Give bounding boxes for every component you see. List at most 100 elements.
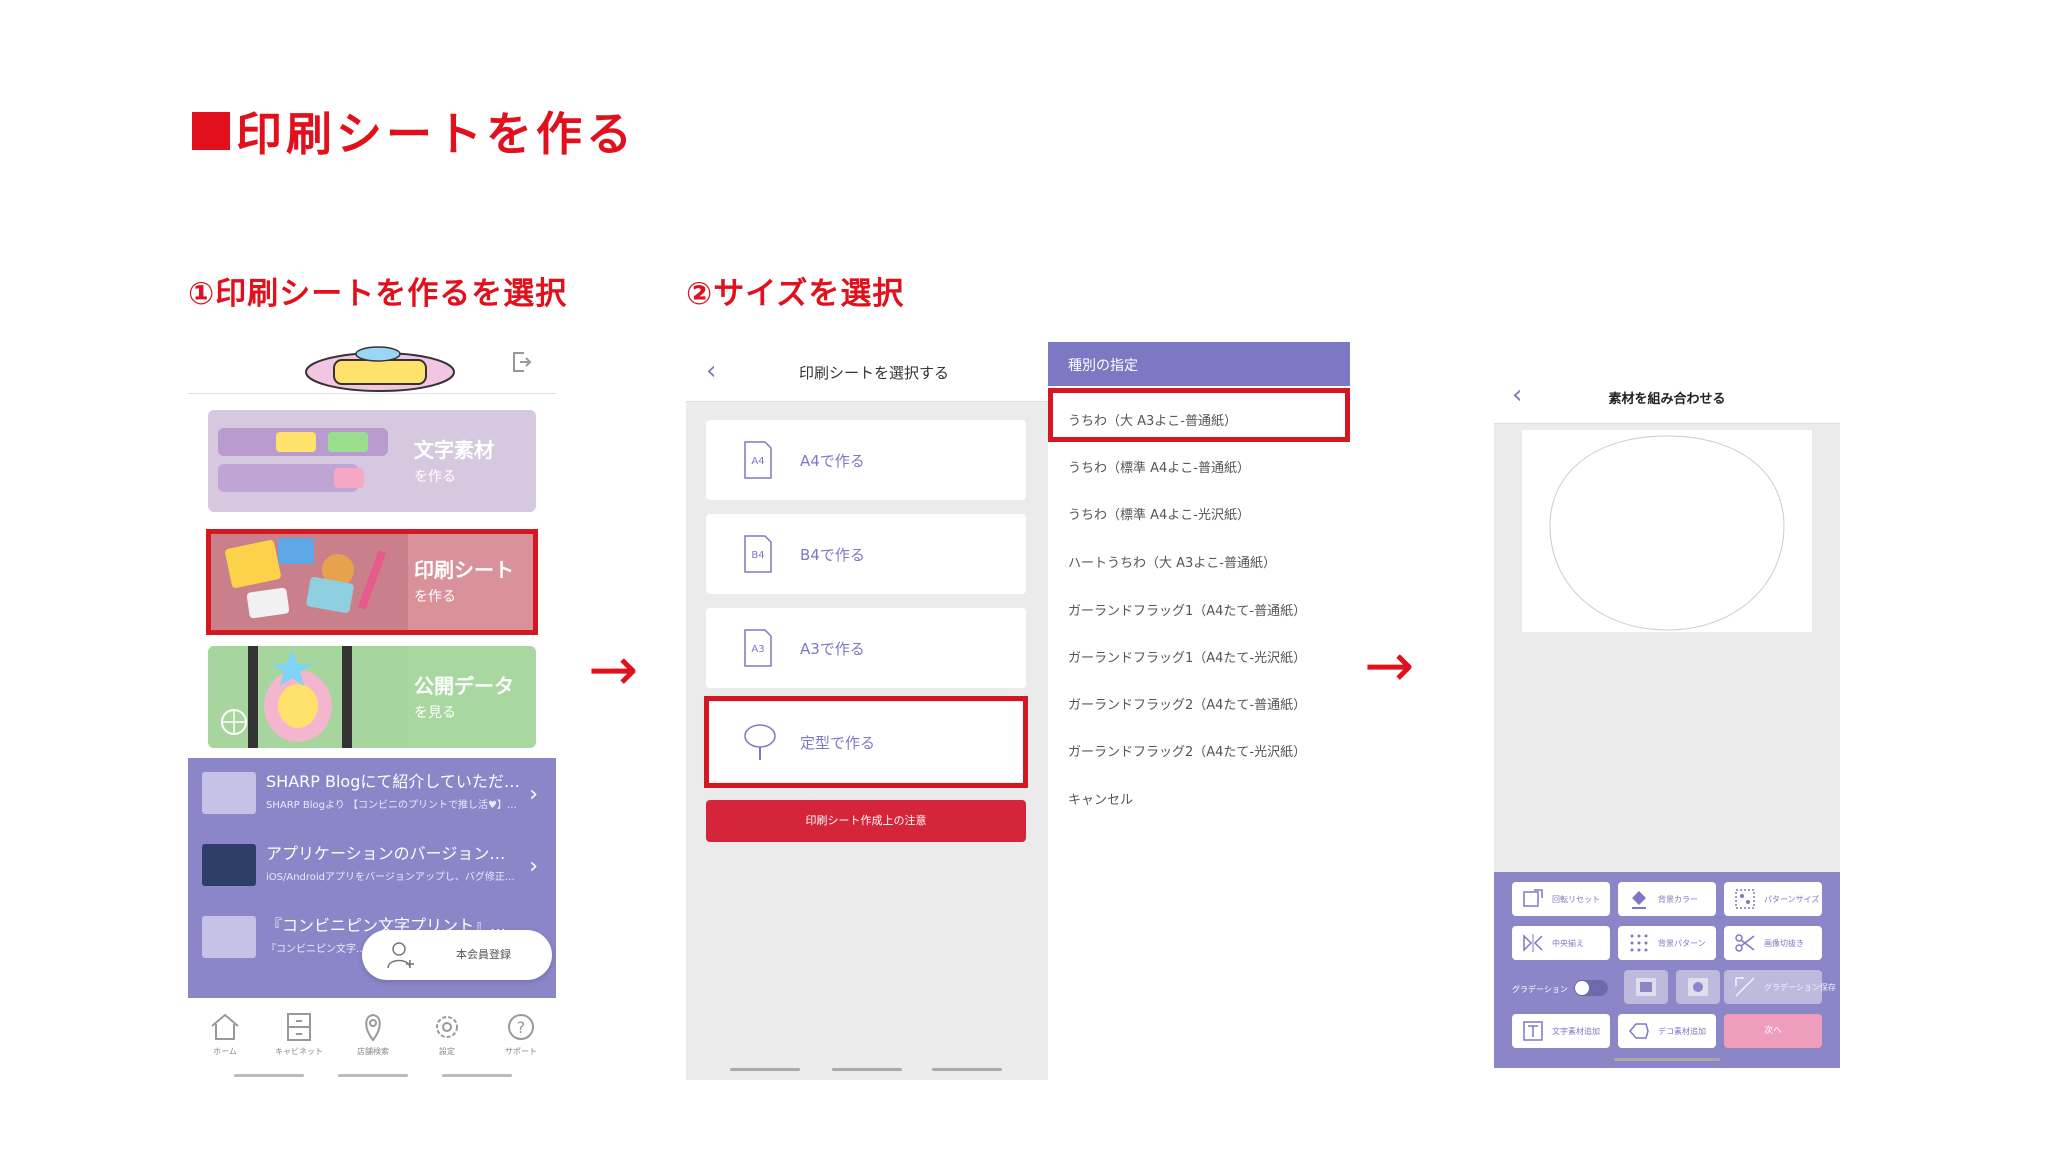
step1-label: ①印刷シートを作るを選択 [188,276,568,312]
type-option[interactable]: ガーランドフラッグ1（A4たて-光沢紙） [1068,647,1306,666]
size-option-a3[interactable]: A3 A3で作る [706,608,1026,688]
design-canvas[interactable] [1522,430,1812,632]
screen-home: 文字素材 を作る 印刷シート を作る 公開データ を見る SHARP Blogに… [188,338,556,1086]
news-item[interactable]: アプリケーションのバージョン… iOS/Androidアプリをバージョンアップし… [202,836,542,900]
notice-button[interactable]: 印刷シート作成上の注意 [706,800,1026,842]
screen-header: ‹ 素材を組み合わせる [1494,366,1840,424]
home-indicator [442,1074,512,1077]
news-thumbnail [202,916,256,958]
logout-icon[interactable] [510,350,532,374]
button-label: 文字素材追加 [1552,1027,1600,1036]
image-cut-button[interactable]: 画像切抜き [1724,926,1822,960]
app-logo [305,346,455,392]
fan-outline [1549,435,1785,631]
gradation-save-button[interactable]: グラデーション保存 [1724,970,1836,1004]
tab-cabinet[interactable]: キャビネット [268,1012,330,1057]
button-label: デコ素材追加 [1658,1027,1706,1036]
center-align-button[interactable]: 中央揃え [1512,926,1610,960]
map-pin-icon [365,1013,381,1042]
member-register-button[interactable]: 本会員登録 [362,930,552,980]
news-thumbnail [202,772,256,814]
tab-label: サポート [505,1047,537,1056]
gradation-toggle[interactable] [1574,980,1608,996]
page-heading: 印刷シートを作る [192,98,636,164]
home-indicator [1614,1058,1720,1061]
help-icon: ? [508,1014,534,1040]
bg-pattern-button[interactable]: 背景パターン [1618,926,1716,960]
add-deco-button[interactable]: デコ素材追加 [1618,1014,1716,1048]
deco-icon [1629,1023,1649,1039]
gradation-square-icon [1636,978,1656,996]
type-option[interactable]: ハートうちわ（大 A3よこ-普通紙） [1068,552,1276,571]
red-square-icon [192,112,230,150]
pattern-size-icon [1735,889,1755,909]
card-text-material-art [218,428,388,492]
card-title: 公開データ [414,674,514,698]
type-option[interactable]: うちわ（標準 A4よこ-光沢紙） [1068,504,1250,523]
card-subtitle: を作る [414,469,456,485]
next-button[interactable]: 次へ [1724,1014,1822,1048]
gradation-radial-button[interactable] [1676,970,1720,1004]
news-item[interactable]: SHARP Blogにて紹介していただ… SHARP Blogより 【コンビニの… [202,764,542,828]
tab-support[interactable]: ? サポート [490,1012,552,1057]
news-thumbnail [202,844,256,886]
gear-icon [436,1016,458,1038]
card-public-data[interactable]: 公開データ を見る [208,646,536,748]
screen-title: 素材を組み合わせる [1608,392,1726,407]
tab-label: ホーム [213,1047,237,1056]
tab-store-search[interactable]: 店舗検索 [342,1012,404,1057]
news-summary: 『コンビニピン文字… [266,944,366,955]
text-icon [1523,1021,1543,1041]
button-label: 背景カラー [1658,895,1698,904]
news-section: SHARP Blogにて紹介していただ… SHARP Blogより 【コンビニの… [188,758,556,998]
news-title: アプリケーションのバージョン… [266,844,506,863]
bg-color-button[interactable]: 背景カラー [1618,882,1716,916]
screen-title: 印刷シートを選択する [798,364,949,382]
dot-pattern-icon [1630,934,1648,952]
screen-header: ‹ 印刷シートを選択する [686,340,1048,402]
sheet-header: 種別の指定 [1048,342,1350,386]
scissors-icon [1735,934,1755,952]
home-icon [211,1013,239,1040]
user-add-icon [387,942,414,969]
card-title: 文字素材 [414,438,494,462]
member-register-label: 本会員登録 [456,948,511,961]
size-option-a4[interactable]: A4 A4で作る [706,420,1026,500]
tab-label: 設定 [439,1047,455,1056]
news-summary: SHARP Blogより 【コンビニのプリントで推し活♥】… [266,800,517,811]
gradation-type-button[interactable] [1624,970,1668,1004]
edit-toolbar: 回転リセット 背景カラー パターンサイズ 中央揃え 背景パターン 画像切抜き グ… [1494,872,1840,1068]
type-option[interactable]: うちわ（標準 A4よこ-普通紙） [1068,457,1250,476]
type-option[interactable]: ガーランドフラッグ2（A4たて-普通紙） [1068,694,1306,713]
add-text-button[interactable]: 文字素材追加 [1512,1014,1610,1048]
sheet-code: A3 [751,644,764,655]
home-indicator [832,1068,902,1071]
size-option-b4[interactable]: B4 B4で作る [706,514,1026,594]
home-indicator [730,1068,800,1071]
pattern-size-button[interactable]: パターンサイズ [1724,882,1822,916]
tab-home[interactable]: ホーム [194,1012,256,1057]
gradation-radial-icon [1688,978,1708,996]
card-text-material[interactable]: 文字素材 を作る [208,410,536,512]
paint-bucket-icon [1632,891,1646,909]
type-option[interactable]: ガーランドフラッグ1（A4たて-普通紙） [1068,600,1306,619]
cancel-option[interactable]: キャンセル [1068,789,1133,808]
type-option[interactable]: ガーランドフラッグ2（A4たて-光沢紙） [1068,741,1306,760]
news-summary: iOS/Androidアプリをバージョンアップし、バグ修正… [266,872,515,883]
svg-text:?: ? [517,1018,526,1037]
tab-settings[interactable]: 設定 [416,1012,478,1057]
sheet-code: A4 [751,456,764,467]
cabinet-icon [287,1013,311,1041]
button-label: 背景パターン [1658,939,1706,948]
chevron-right-icon: › [529,782,538,807]
rotate-reset-button[interactable]: 回転リセット [1512,882,1610,916]
screen-size-select: ‹ 印刷シートを選択する A4 A4で作る B4 B4で作る A3 A3で作る … [686,340,1048,1080]
arrow-right-icon: → [1364,631,1415,701]
sheet-code: B4 [751,550,764,561]
sheet-a3-icon: A3 [744,629,772,667]
tab-label: キャビネット [275,1047,323,1056]
flip-icon [1523,934,1543,952]
rotate-icon [1523,889,1543,907]
type-selection-sheet: 種別の指定 うちわ（大 A3よこ-普通紙） うちわ（標準 A4よこ-普通紙） う… [1048,342,1350,830]
size-option-label: B4で作る [800,546,865,564]
